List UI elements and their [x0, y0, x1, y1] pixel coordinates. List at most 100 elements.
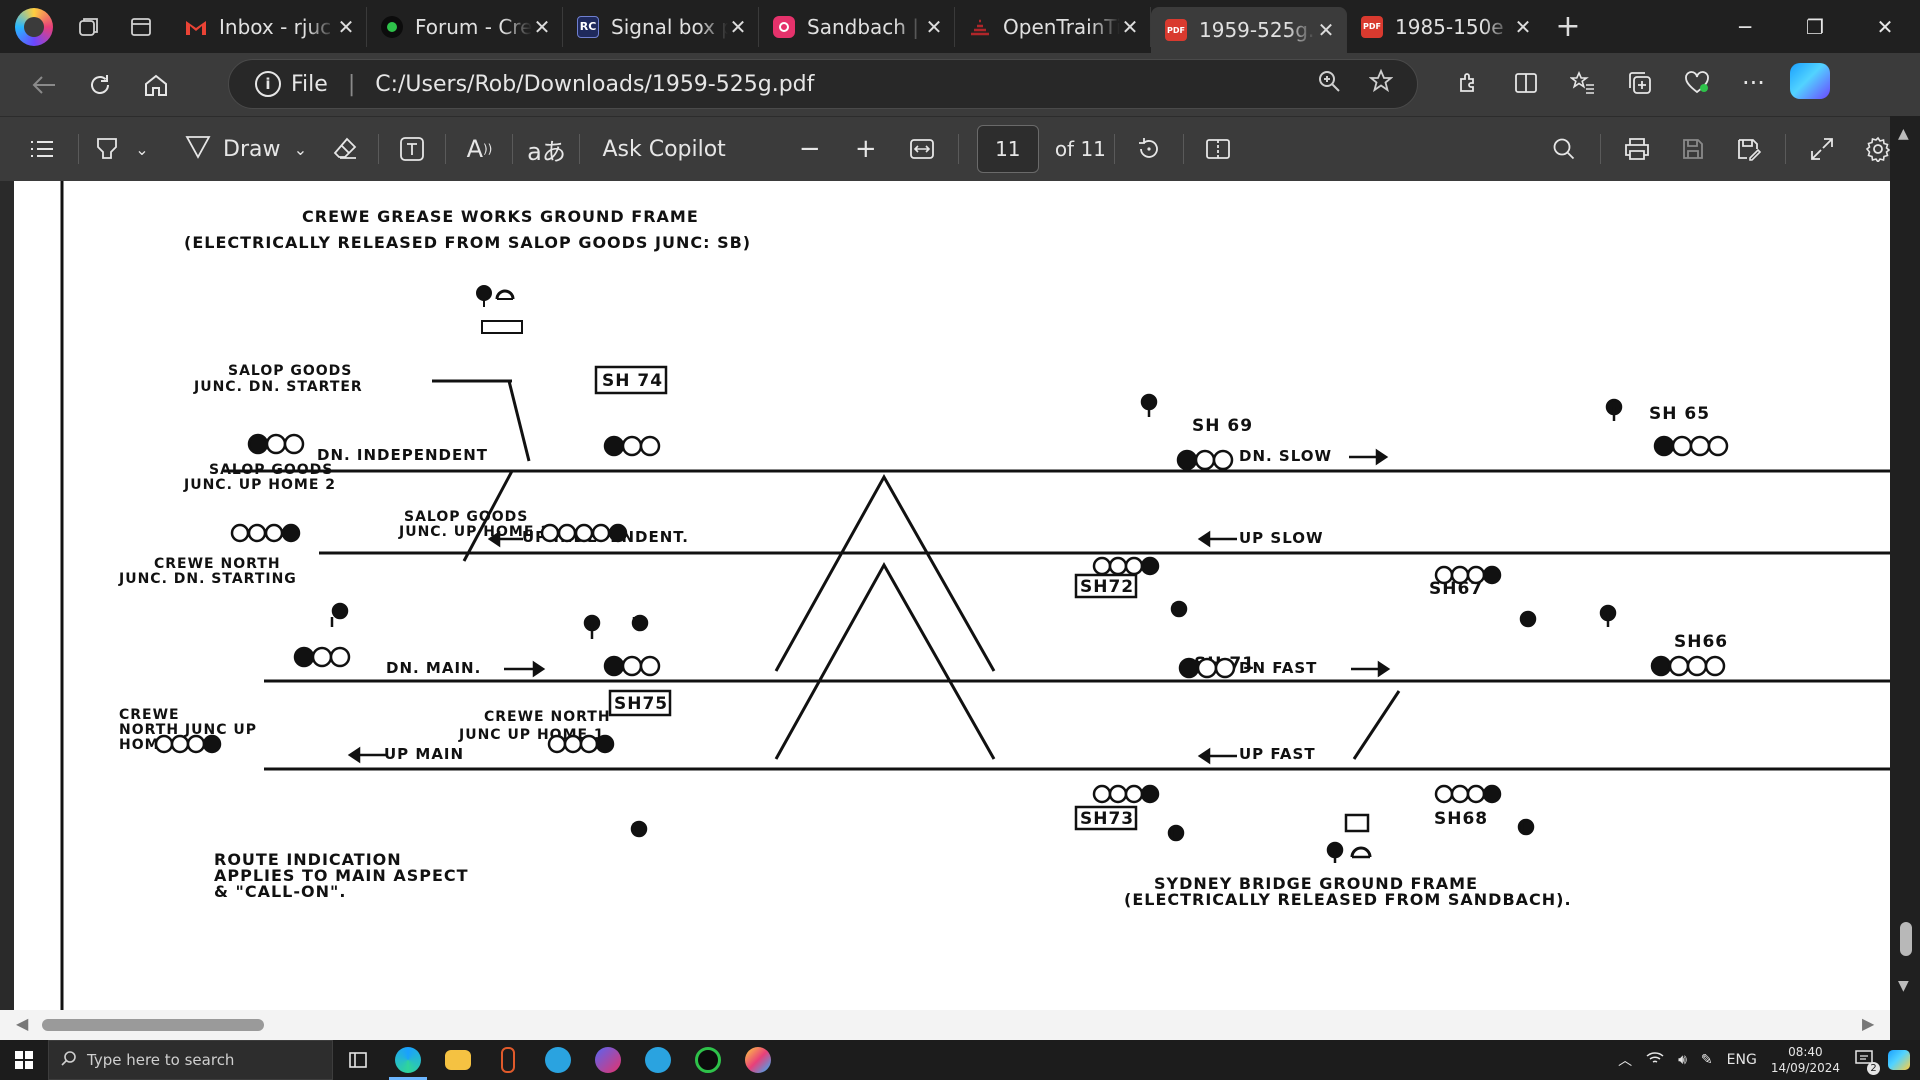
- sydney-bridge-subtitle: (ELECTRICALLY RELEASED FROM SANDBACH).: [1124, 890, 1572, 909]
- scroll-up-icon[interactable]: ▲: [1898, 126, 1909, 142]
- more-menu-icon[interactable]: ···: [1725, 63, 1782, 103]
- workspaces-icon[interactable]: [63, 7, 115, 47]
- toolbar-divider: [78, 134, 79, 164]
- signal-label: CREWE NORTH: [484, 709, 611, 725]
- favorites-icon[interactable]: [1554, 63, 1611, 103]
- tab-actions-icon[interactable]: [115, 7, 167, 47]
- home-icon[interactable]: [128, 65, 184, 105]
- page-number-input[interactable]: 11: [976, 125, 1039, 173]
- new-tab-button[interactable]: +: [1543, 9, 1593, 44]
- find-icon[interactable]: [1536, 127, 1592, 171]
- close-tab-icon[interactable]: ✕: [1513, 15, 1533, 39]
- page-view-icon[interactable]: [1192, 127, 1244, 171]
- scroll-thumb[interactable]: [1900, 922, 1912, 956]
- signal-id: SH 69: [1192, 416, 1253, 436]
- close-tab-icon[interactable]: ✕: [1316, 18, 1336, 42]
- signal-label: CREWE NORTH: [154, 556, 281, 572]
- signal-label: JUNC. DN. STARTING: [118, 571, 297, 587]
- task-view-icon[interactable]: [333, 1040, 383, 1080]
- close-window-icon[interactable]: ✕: [1850, 15, 1920, 39]
- full-screen-icon[interactable]: [1794, 127, 1850, 171]
- search-icon: [61, 1050, 77, 1070]
- signal-label: SALOP GOODS: [209, 462, 333, 478]
- clock[interactable]: 08:40 14/09/2024: [1771, 1044, 1840, 1076]
- scroll-left-icon[interactable]: ◀: [16, 1014, 28, 1033]
- vertical-scrollbar[interactable]: ▲ ▼: [1890, 116, 1920, 1010]
- zoom-out-icon[interactable]: −: [782, 127, 838, 171]
- erase-icon[interactable]: [320, 127, 370, 171]
- tab-signal-box[interactable]: RC Signal box p ✕: [563, 6, 759, 47]
- tab-sandbach[interactable]: Sandbach | S ✕: [759, 6, 955, 47]
- scroll-right-icon[interactable]: ▶: [1862, 1014, 1874, 1033]
- print-icon[interactable]: [1609, 127, 1665, 171]
- save-icon[interactable]: [1665, 127, 1721, 171]
- fit-width-icon[interactable]: [894, 127, 950, 171]
- telegram-desktop-icon[interactable]: [633, 1040, 683, 1080]
- pdf-viewport[interactable]: CREWE GREASE WORKS GROUND FRAME (ELECTRI…: [0, 181, 1890, 1010]
- split-screen-icon[interactable]: [1497, 63, 1554, 103]
- tab-forum[interactable]: Forum - Cre ✕: [367, 6, 563, 47]
- tab-opentraintimes[interactable]: OpenTrainTi ✕: [955, 6, 1151, 47]
- signal-label: CREWE: [119, 707, 180, 723]
- close-tab-icon[interactable]: ✕: [532, 15, 552, 39]
- minimize-icon[interactable]: ─: [1710, 15, 1780, 39]
- extensions-icon[interactable]: [1440, 63, 1497, 103]
- highlight-icon[interactable]: [87, 127, 127, 171]
- tab-title: Inbox - rjuc: [219, 14, 332, 39]
- contents-icon[interactable]: [14, 127, 70, 171]
- collections-icon[interactable]: [1611, 63, 1668, 103]
- close-tab-icon[interactable]: ✕: [728, 15, 748, 39]
- back-icon[interactable]: [16, 65, 72, 105]
- network-icon[interactable]: [1646, 1050, 1664, 1070]
- scroll-thumb[interactable]: [42, 1019, 264, 1031]
- edge-taskbar-icon[interactable]: [383, 1040, 433, 1080]
- close-tab-icon[interactable]: ✕: [924, 15, 944, 39]
- browser-essentials-icon[interactable]: [1668, 63, 1725, 103]
- pen-icon[interactable]: ✎: [1701, 1052, 1713, 1068]
- draw-button[interactable]: Draw: [185, 127, 280, 171]
- file-explorer-icon[interactable]: [433, 1040, 483, 1080]
- ask-copilot-button[interactable]: Ask Copilot: [602, 127, 725, 171]
- paint-icon[interactable]: [733, 1040, 783, 1080]
- translate-icon[interactable]: aあ: [521, 127, 571, 171]
- favorite-star-icon[interactable]: [1368, 68, 1394, 99]
- tab-inbox[interactable]: Inbox - rjuc ✕: [171, 6, 367, 47]
- rc-icon: RC: [577, 15, 599, 38]
- telegram-icon[interactable]: [533, 1040, 583, 1080]
- forum-app-icon[interactable]: [683, 1040, 733, 1080]
- close-tab-icon[interactable]: ✕: [336, 15, 356, 39]
- copilot-icon[interactable]: [1790, 63, 1830, 99]
- text-box-icon[interactable]: [387, 127, 437, 171]
- read-aloud-icon[interactable]: A)): [454, 127, 504, 171]
- draw-label: Draw: [223, 136, 281, 162]
- start-button[interactable]: [0, 1040, 48, 1080]
- profile-avatar[interactable]: [15, 7, 53, 46]
- toolbar-divider: [445, 134, 447, 164]
- horizontal-scrollbar[interactable]: ◀ ▶: [0, 1010, 1890, 1040]
- tab-1959-525g[interactable]: PDF 1959-525g.p ✕: [1151, 7, 1347, 53]
- save-as-icon[interactable]: [1721, 127, 1777, 171]
- app-icon[interactable]: [483, 1040, 533, 1080]
- volume-icon[interactable]: 🔊︎: [1678, 1052, 1687, 1068]
- info-icon[interactable]: i: [255, 71, 281, 97]
- rotate-icon[interactable]: [1123, 127, 1175, 171]
- address-bar[interactable]: i File | C:/Users/Rob/Downloads/1959-525…: [228, 59, 1418, 109]
- highlight-dropdown-icon[interactable]: ⌄: [127, 127, 157, 171]
- show-hidden-icons-icon[interactable]: ︿: [1618, 1050, 1632, 1070]
- refresh-icon[interactable]: [72, 65, 128, 105]
- tab-1985-150e[interactable]: PDF 1985-150e ( ✕: [1347, 7, 1543, 47]
- language-indicator[interactable]: ENG: [1727, 1052, 1757, 1068]
- taskbar-search[interactable]: Type here to search: [48, 1040, 333, 1080]
- copilot-taskbar-icon[interactable]: [1888, 1050, 1910, 1070]
- scroll-down-icon[interactable]: ▼: [1898, 978, 1909, 994]
- taskbar: Type here to search ︿ 🔊︎ ✎ ENG 08:40 14/…: [0, 1040, 1920, 1080]
- restore-icon[interactable]: ❐: [1780, 15, 1850, 39]
- discord-icon[interactable]: [583, 1040, 633, 1080]
- address-separator: |: [347, 71, 356, 97]
- notifications-icon[interactable]: 2: [1854, 1049, 1880, 1075]
- zoom-in-icon[interactable]: +: [838, 127, 894, 171]
- zoom-icon[interactable]: [1317, 69, 1341, 99]
- draw-dropdown-icon[interactable]: ⌄: [280, 127, 320, 171]
- clock-date: 14/09/2024: [1770, 1061, 1840, 1075]
- close-tab-icon[interactable]: ✕: [1120, 15, 1140, 39]
